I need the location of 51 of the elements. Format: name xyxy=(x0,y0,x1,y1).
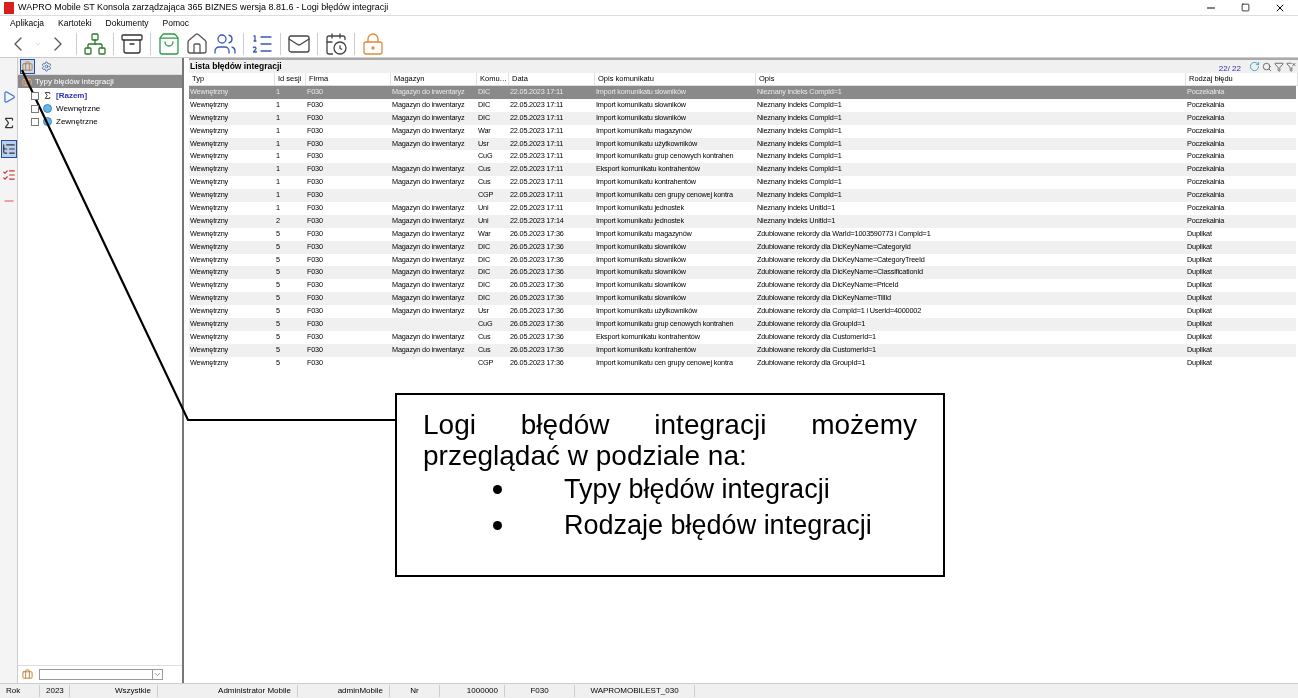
menu-item[interactable]: Kartoteki xyxy=(58,16,92,30)
caret-icon xyxy=(152,670,162,679)
bullet-text: Rodzaje błędów integracji xyxy=(564,509,872,542)
menu-item[interactable]: Pomoc xyxy=(162,16,190,30)
search-icon[interactable] xyxy=(1262,61,1272,72)
bullet-text: Typy błędów integracji xyxy=(564,473,830,506)
clear-filter-icon[interactable] xyxy=(1286,61,1296,72)
people-icon[interactable] xyxy=(213,31,237,56)
view-button[interactable] xyxy=(20,58,35,74)
menu-item[interactable]: Aplikacja xyxy=(10,16,45,30)
filter-dropdown[interactable] xyxy=(39,669,163,680)
status-text: 1000000 xyxy=(440,685,505,697)
play-icon xyxy=(1,90,16,104)
status-text: Administrator Mobile xyxy=(158,685,298,697)
refresh-icon[interactable] xyxy=(1249,61,1260,72)
tree-header-label: Typy błędów integracji xyxy=(35,75,114,88)
status-text: Rok xyxy=(0,685,40,697)
status-text: adminMobile xyxy=(298,685,390,697)
maximize-icon[interactable] xyxy=(1241,3,1250,12)
table-title: Lista błędów integracji xyxy=(189,60,283,73)
app-logo-icon xyxy=(4,1,14,14)
status-text: 2023 xyxy=(40,685,70,697)
status-text: Wszystkie xyxy=(70,685,158,697)
tree-item[interactable]: Wewnętrzne xyxy=(56,102,101,115)
record-count: 22/ 22 xyxy=(1218,62,1241,75)
bag-icon[interactable] xyxy=(157,31,181,56)
window-title: WAPRO Mobile ST Konsola zarządzająca 365 BIZNES wersja 8.81.6 - Logi błędów integracji xyxy=(18,0,390,14)
menu-item[interactable]: Dokumenty xyxy=(105,16,149,30)
checkbox[interactable] xyxy=(31,117,39,126)
filter-icon[interactable] xyxy=(1274,61,1284,72)
side-tool-button[interactable] xyxy=(0,140,17,158)
checkbox[interactable] xyxy=(31,91,39,100)
status-text: WAPROMOBILEST_030 xyxy=(575,685,695,697)
checkbox[interactable] xyxy=(31,104,39,113)
tree-list-icon xyxy=(1,142,16,156)
briefcase-icon xyxy=(22,76,32,87)
calendar-icon[interactable] xyxy=(324,31,348,56)
sigma-icon xyxy=(43,91,52,100)
briefcase-icon xyxy=(22,60,33,72)
network-icon[interactable] xyxy=(83,31,107,56)
lock-icon[interactable] xyxy=(361,31,385,56)
status-text: F030 xyxy=(505,685,575,697)
checklist-icon xyxy=(1,168,16,182)
tree-item[interactable]: [Razem] xyxy=(56,89,88,102)
bullet-icon xyxy=(493,520,502,530)
bullet-icon xyxy=(493,484,502,494)
tree-item[interactable]: Zewnętrzne xyxy=(56,115,98,128)
house-icon[interactable] xyxy=(185,31,209,56)
briefcase-icon xyxy=(22,669,33,680)
status-text: Nr xyxy=(390,685,440,697)
callout-text: Logi błędów integracji możemy przeglądać w podziale na: xyxy=(423,409,917,471)
